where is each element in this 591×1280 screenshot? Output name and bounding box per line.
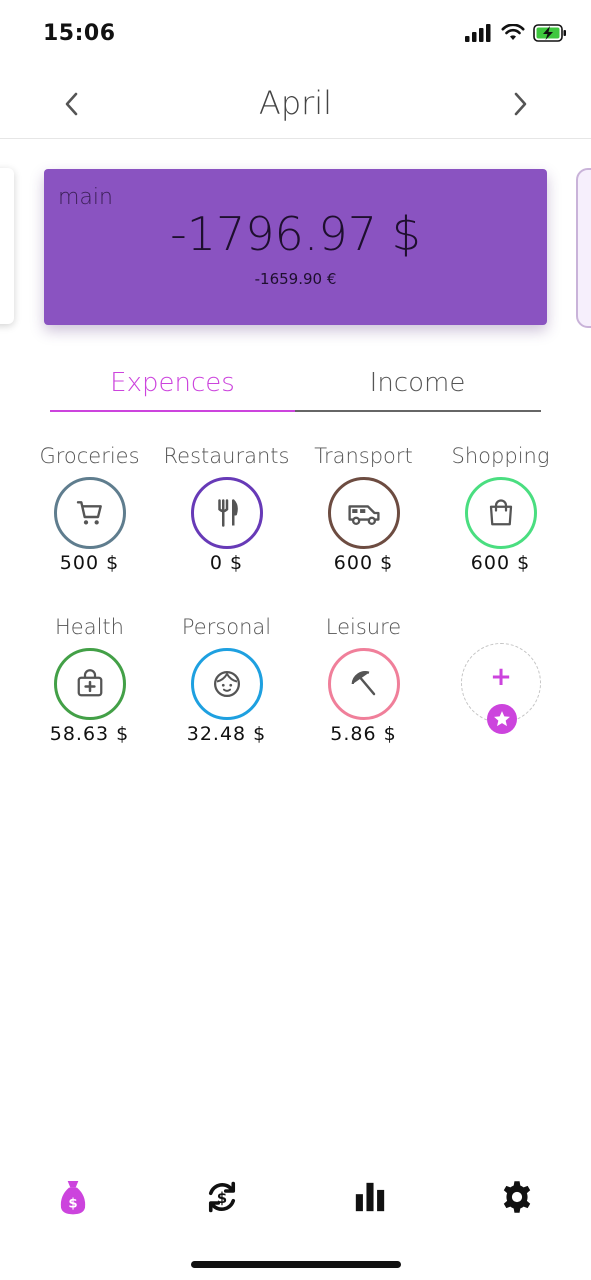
category-amount: 32.48 $ [186, 723, 267, 745]
svg-text:$: $ [217, 1189, 227, 1207]
star-badge [487, 704, 517, 734]
status-time: 15:06 [43, 21, 116, 46]
gear-icon [503, 1181, 531, 1213]
tab-active-indicator [50, 410, 295, 412]
exchange-icon: $ [208, 1181, 236, 1213]
category-amount: 58.63 $ [49, 723, 130, 745]
next-account-card[interactable] [576, 168, 591, 328]
tab-expences[interactable]: Expences [50, 360, 295, 408]
home-indicator [191, 1261, 401, 1268]
category-icon-circle [328, 648, 400, 720]
tab-income[interactable]: Income [295, 360, 540, 408]
status-bar: 15:06 [0, 0, 591, 70]
previous-account-card[interactable] [0, 168, 14, 324]
transaction-type-tabs: Expences Income [50, 360, 541, 412]
nav-item-exchange[interactable]: $ [197, 1172, 247, 1222]
category-leisure[interactable]: Leisure 5.86 $ [295, 615, 432, 765]
category-health[interactable]: Health 58.63 $ [21, 615, 158, 765]
bar-chart-icon [355, 1182, 385, 1212]
category-amount: 0 $ [209, 552, 244, 574]
category-name: Shopping [451, 444, 550, 468]
bottom-nav: $ $ [0, 1168, 591, 1228]
category-personal[interactable]: Personal 32.48 $ [158, 615, 295, 765]
face-icon [214, 671, 240, 697]
category-icon-circle [54, 648, 126, 720]
account-balance-card[interactable]: main -1796.97 $ -1659.90 € [44, 169, 547, 325]
svg-text:$: $ [68, 1197, 77, 1212]
account-balance-converted: -1659.90 € [254, 270, 337, 288]
category-icon-circle [328, 477, 400, 549]
beach-umbrella-icon [351, 671, 376, 696]
van-icon [348, 505, 380, 526]
nav-item-budget[interactable]: $ [48, 1172, 98, 1222]
category-icon-circle [465, 477, 537, 549]
category-name: Transport [314, 444, 413, 468]
category-icon-circle [191, 648, 263, 720]
category-amount: 500 $ [59, 552, 120, 574]
nav-item-statistics[interactable] [345, 1172, 395, 1222]
shopping-bag-icon [489, 499, 513, 526]
status-icons [465, 24, 567, 42]
category-icon-circle [54, 477, 126, 549]
category-shopping[interactable]: Shopping 600 $ [432, 444, 569, 594]
wifi-icon [501, 24, 525, 40]
category-name: Groceries [39, 444, 140, 468]
cart-icon [76, 501, 102, 525]
medical-kit-icon [77, 669, 103, 697]
category-amount: 5.86 $ [330, 723, 397, 745]
category-icon-circle [191, 477, 263, 549]
next-month-button[interactable] [500, 84, 540, 124]
category-amount: 600 $ [470, 552, 531, 574]
fork-knife-icon [218, 499, 238, 527]
category-name: Health [55, 615, 124, 639]
category-name: Personal [181, 615, 272, 639]
category-transport[interactable]: Transport 600 $ [295, 444, 432, 594]
category-amount: 600 $ [333, 552, 394, 574]
money-bag-icon: $ [60, 1181, 86, 1215]
plus-icon: + [490, 662, 512, 692]
add-category-button[interactable]: + [461, 643, 541, 734]
category-groceries[interactable]: Groceries 500 $ [21, 444, 158, 594]
category-name: Leisure [325, 615, 402, 639]
month-header: April [0, 70, 591, 139]
category-name: Restaurants [163, 444, 290, 468]
chevron-right-icon [514, 92, 527, 116]
signal-icon [465, 24, 491, 42]
star-icon [494, 711, 510, 727]
account-balance: -1796.97 $ [170, 207, 421, 261]
nav-item-settings[interactable] [492, 1172, 542, 1222]
category-restaurants[interactable]: Restaurants 0 $ [158, 444, 295, 594]
battery-charging-icon [533, 24, 566, 42]
